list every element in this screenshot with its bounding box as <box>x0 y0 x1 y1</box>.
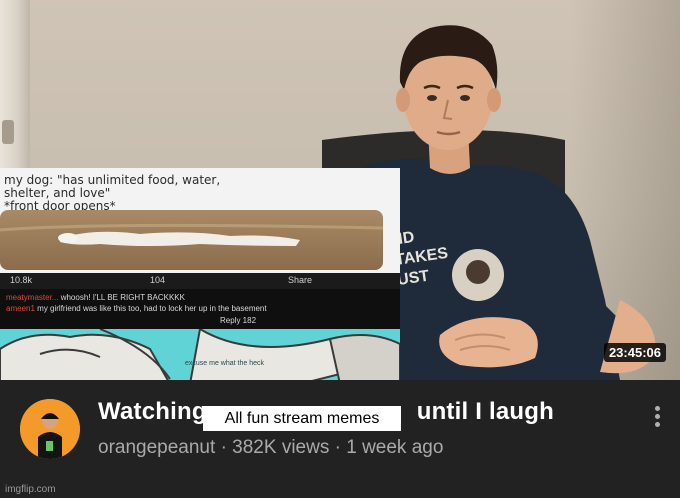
channel-name[interactable]: orangepeanut <box>98 437 215 458</box>
view-count: 382K views <box>232 437 330 458</box>
comment-text: my girlfriend was like this too, had to … <box>37 304 267 313</box>
upload-age: 1 week ago <box>346 437 444 458</box>
video-title-part1: Watching <box>98 398 207 425</box>
comment-user: meatymaster... <box>6 293 59 302</box>
comment-user: ameen1 <box>6 304 35 313</box>
dog-running-photo <box>0 210 383 270</box>
meme-top-panel: my dog: "has unlimited food, water, shel… <box>0 168 400 273</box>
meme-image: my dog: "has unlimited food, water, shel… <box>0 168 400 384</box>
meme-comments: meatymaster... whoosh! I'LL BE RIGHT BAC… <box>0 289 400 329</box>
more-vertical-icon[interactable] <box>650 404 666 430</box>
meme-text-caption: All fun stream memes <box>203 406 401 431</box>
video-metadata: orangepeanut · 382K views · 1 week ago <box>98 437 443 459</box>
comment-text: Reply 182 <box>220 316 257 325</box>
video-duration-badge: 23:45:06 <box>603 343 666 362</box>
meta-separator: · <box>220 437 227 458</box>
comment-count: 104 <box>150 275 166 285</box>
comment-3: Reply 182 <box>220 316 256 325</box>
comment-text: whoosh! I'LL BE RIGHT BACKKKK <box>60 293 185 302</box>
comment-1: meatymaster... whoosh! I'LL BE RIGHT BAC… <box>6 293 185 302</box>
imgflip-watermark: imgflip.com <box>5 484 56 495</box>
video-info-bar: Watching until I laugh All fun stream mem… <box>0 380 680 498</box>
wojak-caption: excuse me what the heck <box>185 360 264 367</box>
meta-separator: · <box>334 437 341 458</box>
wojak-meme-panel: excuse me what the heck <box>0 329 400 384</box>
share-label: Share <box>288 275 313 285</box>
channel-avatar-icon[interactable] <box>20 399 80 459</box>
upvote-count: 10.8k <box>10 275 33 285</box>
comment-2: ameen1 my girlfriend was like this too, … <box>6 304 267 313</box>
video-title-part2: until I laugh <box>416 398 554 425</box>
meme-stats-bar: 10.8k 104 Share <box>0 273 400 289</box>
